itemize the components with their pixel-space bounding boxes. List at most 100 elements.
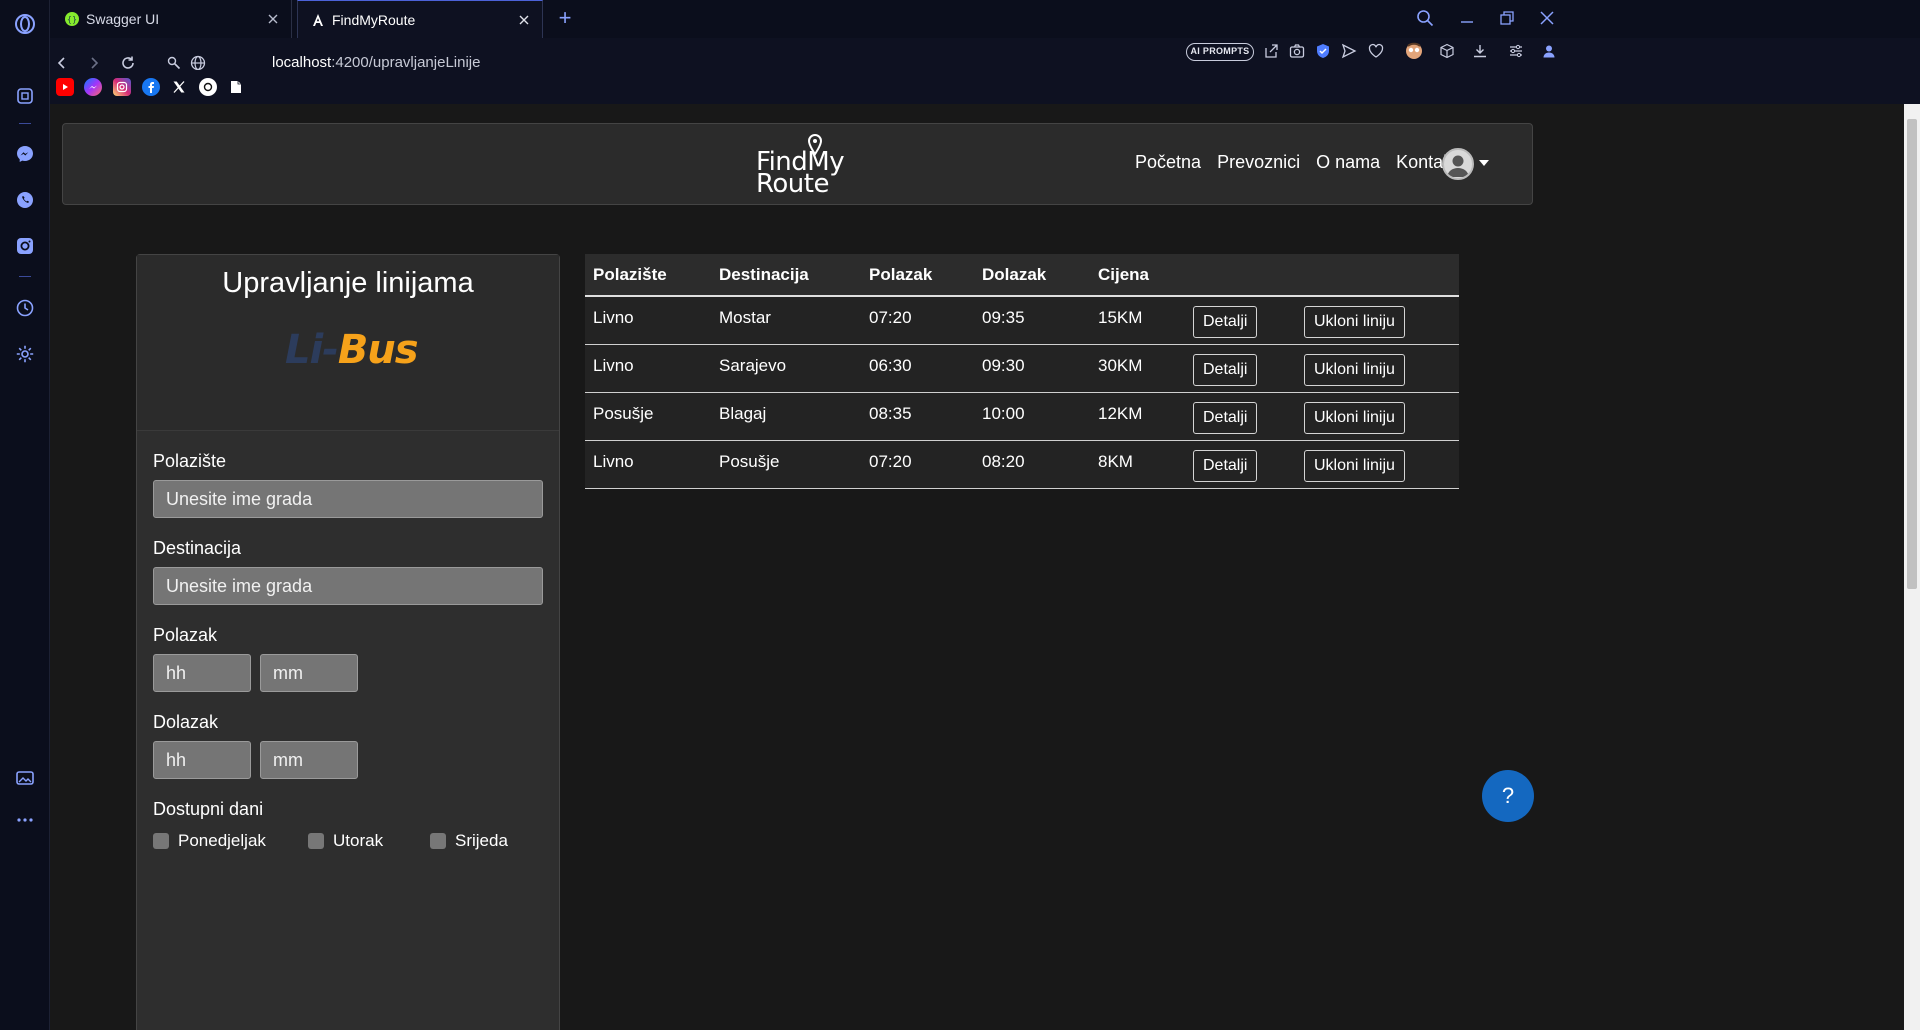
history-icon[interactable]: [13, 296, 37, 320]
table-cell: 06:30: [861, 344, 974, 393]
dolazak-minutes-input[interactable]: [260, 741, 358, 779]
send-icon[interactable]: [1339, 41, 1359, 61]
table-row: Posušje Blagaj 08:35 10:00 12KM Detalji Ukloni…: [585, 392, 1459, 441]
checkbox[interactable]: [308, 833, 324, 849]
gallery-icon[interactable]: [13, 766, 37, 790]
table-cell: 08:20: [974, 440, 1090, 489]
ai-prompts-button[interactable]: AI PROMPTS: [1186, 43, 1254, 61]
day-checkbox-ponedjeljak[interactable]: Ponedjeljak: [153, 831, 266, 851]
opera-logo-icon[interactable]: [13, 12, 37, 36]
table-cell: Blagaj: [711, 392, 861, 441]
remove-line-button[interactable]: Ukloni liniju: [1304, 354, 1405, 386]
easy-setup-icon[interactable]: [1506, 41, 1526, 61]
column-header-actions: [1296, 254, 1459, 297]
download-icon[interactable]: [1470, 41, 1490, 61]
page-scrollbar[interactable]: [1904, 104, 1920, 1030]
tab-title: Swagger UI: [86, 11, 160, 27]
snapshot-icon[interactable]: [1287, 41, 1307, 61]
facebook-icon[interactable]: [142, 78, 160, 96]
close-icon[interactable]: [265, 11, 281, 27]
location-pin-icon: [807, 134, 823, 156]
details-button[interactable]: Detalji: [1193, 354, 1258, 386]
browser-sidebar: [0, 0, 50, 1030]
table-cell: 07:20: [861, 440, 974, 489]
new-tab-button[interactable]: +: [553, 6, 577, 30]
chatgpt-icon[interactable]: [199, 78, 217, 96]
scrollbar-thumb[interactable]: [1907, 119, 1917, 589]
shield-icon[interactable]: [1313, 41, 1333, 61]
whatsapp-icon[interactable]: [13, 188, 37, 212]
polazak-hours-input[interactable]: [153, 654, 251, 692]
remove-line-button[interactable]: Ukloni liniju: [1304, 306, 1405, 339]
cube-icon[interactable]: [1437, 41, 1457, 61]
x-icon[interactable]: [170, 78, 188, 96]
table-cell: Livno: [585, 296, 711, 345]
angular-icon: [310, 12, 326, 28]
url-field[interactable]: localhost:4200/upravljanjeLinije: [272, 54, 480, 71]
polazak-minutes-input[interactable]: [260, 654, 358, 692]
instagram-icon[interactable]: [113, 78, 131, 96]
tab-swagger[interactable]: {} Swagger UI: [52, 0, 292, 38]
lines-table: Polazište Destinacija Polazak Dolazak Ci…: [585, 254, 1459, 489]
user-menu-caret-icon[interactable]: [1479, 160, 1489, 166]
checkbox[interactable]: [153, 833, 169, 849]
profile-icon[interactable]: [1539, 41, 1559, 61]
help-button[interactable]: ?: [1482, 770, 1534, 822]
minimize-icon[interactable]: [1453, 6, 1481, 30]
share-icon[interactable]: [1261, 41, 1281, 61]
search-tabs-icon[interactable]: [1411, 6, 1439, 30]
details-button[interactable]: Detalji: [1193, 402, 1258, 434]
table-cell: Sarajevo: [711, 344, 861, 393]
document-icon[interactable]: [227, 78, 245, 96]
messenger-icon[interactable]: [13, 142, 37, 166]
table-cell: 10:00: [974, 392, 1090, 441]
destinacija-label: Destinacija: [153, 538, 242, 558]
nav-pocetna[interactable]: Početna: [1135, 152, 1201, 173]
nav-links: Početna Prevoznici O nama Kontakt: [1135, 152, 1457, 173]
extension-avatar-icon[interactable]: [1404, 41, 1424, 61]
page-viewport: FindMy Route Početna Prevoznici O nama K…: [50, 104, 1920, 1030]
checkbox[interactable]: [430, 833, 446, 849]
day-checkbox-utorak[interactable]: Utorak: [308, 831, 383, 851]
instagram-icon[interactable]: [13, 234, 37, 258]
heart-icon[interactable]: [1366, 41, 1386, 61]
column-header: Dolazak: [974, 254, 1090, 297]
aria-icon[interactable]: [13, 84, 37, 108]
polaziste-input[interactable]: [153, 480, 543, 518]
table-cell: 08:35: [861, 392, 974, 441]
dolazak-hours-input[interactable]: [153, 741, 251, 779]
bookmarks-bar: [50, 70, 1920, 104]
tab-bar: {} Swagger UI FindMyRoute +: [50, 0, 1920, 38]
settings-icon[interactable]: [13, 342, 37, 366]
table-cell: 30KM: [1090, 344, 1185, 393]
day-checkbox-srijeda[interactable]: Srijeda: [430, 831, 508, 851]
svg-text:{}: {}: [67, 15, 77, 24]
nav-o-nama[interactable]: O nama: [1316, 152, 1380, 173]
remove-line-button[interactable]: Ukloni liniju: [1304, 450, 1405, 482]
more-icon[interactable]: [13, 808, 37, 832]
user-avatar[interactable]: [1442, 148, 1474, 180]
line-form-card: Upravljanje linijama Li-Bus Polazište De…: [136, 254, 560, 1030]
dostupni-dani-label: Dostupni dani: [153, 799, 264, 819]
window-close-icon[interactable]: [1533, 6, 1561, 30]
nav-prevoznici[interactable]: Prevoznici: [1217, 152, 1300, 173]
details-button[interactable]: Detalji: [1193, 306, 1258, 339]
messenger-icon[interactable]: [84, 78, 102, 96]
table-cell: 09:30: [974, 344, 1090, 393]
table-cell: Livno: [585, 440, 711, 489]
tab-title: FindMyRoute: [332, 11, 416, 28]
close-icon[interactable]: [516, 12, 532, 28]
site-navbar: FindMy Route Početna Prevoznici O nama K…: [62, 123, 1533, 205]
findmyroute-logo[interactable]: FindMy Route: [756, 134, 848, 197]
table-cell: Posušje: [711, 440, 861, 489]
tab-findmyroute[interactable]: FindMyRoute: [297, 0, 543, 38]
table-cell: 09:35: [974, 296, 1090, 345]
column-header: Destinacija: [711, 254, 861, 297]
swagger-icon: {}: [64, 11, 80, 27]
table-cell: Mostar: [711, 296, 861, 345]
restore-icon[interactable]: [1493, 6, 1521, 30]
details-button[interactable]: Detalji: [1193, 450, 1258, 482]
destinacija-input[interactable]: [153, 567, 543, 605]
remove-line-button[interactable]: Ukloni liniju: [1304, 402, 1405, 434]
youtube-icon[interactable]: [56, 78, 74, 96]
